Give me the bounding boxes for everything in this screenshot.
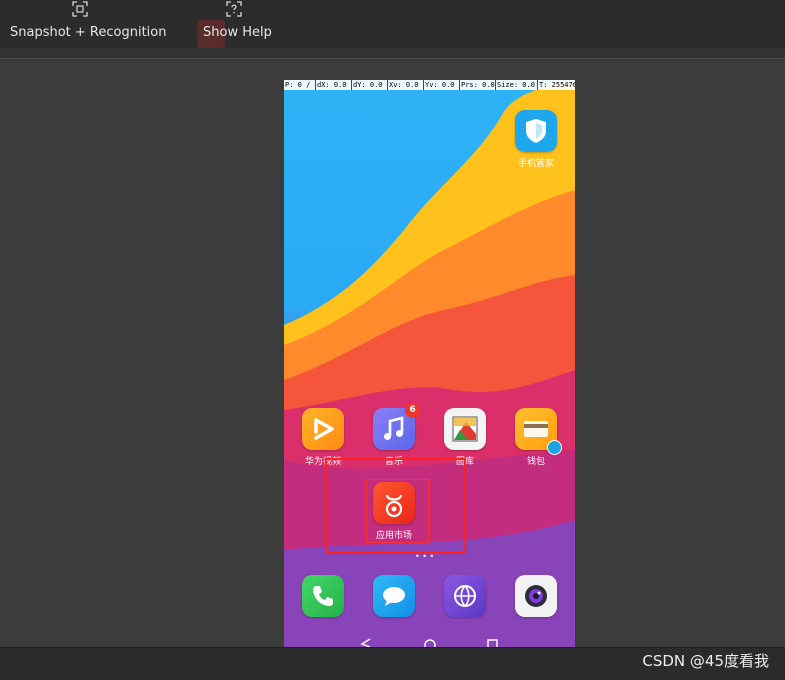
app-wallet[interactable]: 钱包: [506, 408, 566, 467]
dock-browser[interactable]: [435, 575, 495, 617]
gallery-icon: [444, 408, 486, 450]
play-icon: [302, 408, 344, 450]
dock-phone[interactable]: [293, 575, 353, 617]
debug-size: Size: 0.0: [496, 80, 538, 90]
app-label: 钱包: [526, 457, 545, 467]
show-help-label: Show Help: [203, 25, 272, 40]
notification-badge: 6: [405, 403, 420, 418]
app-phone-manager[interactable]: 手机管家: [506, 110, 566, 169]
dock-messages[interactable]: [364, 575, 424, 617]
toolbar: Snapshot + Recognition Show Help: [0, 0, 785, 49]
help-frame-icon: [226, 1, 242, 17]
back-icon[interactable]: [360, 638, 371, 647]
navigation-bar: [360, 638, 498, 647]
browser-icon: [444, 575, 486, 617]
message-icon: [373, 575, 415, 617]
home-icon[interactable]: [424, 639, 436, 647]
pointer-debug-bar: P: 0 / 1dX: 0.0 dY: 0.0 Xv: 0.0 Yv: 0.0 Prs:…: [284, 80, 575, 90]
wallet-icon: [515, 408, 562, 455]
snapshot-recognition-button[interactable]: Snapshot + Recognition: [10, 0, 166, 48]
verified-check-icon: [547, 440, 562, 455]
debug-pointer: P: 0 / 1: [285, 80, 316, 90]
recents-icon[interactable]: [487, 639, 498, 647]
recognition-region-inner: [366, 479, 429, 543]
screenshot-frame-icon: [72, 1, 88, 17]
toolbar-divider: [0, 48, 785, 59]
dock-camera[interactable]: [506, 575, 566, 617]
debug-xv: Xv: 0.0: [388, 80, 424, 90]
phone-icon: [302, 575, 344, 617]
debug-yv: Yv: 0.0: [424, 80, 460, 90]
camera-icon: [515, 575, 557, 617]
show-help-button[interactable]: Show Help: [200, 0, 272, 48]
music-note-icon: 6: [373, 403, 420, 450]
debug-dx: dX: 0.0: [316, 80, 352, 90]
phone-screen[interactable]: P: 0 / 1dX: 0.0 dY: 0.0 Xv: 0.0 Yv: 0.0 Prs:…: [284, 80, 575, 647]
debug-time: T: 255476: [538, 80, 575, 90]
watermark: CSDN @45度看我: [642, 652, 769, 670]
debug-prs: Prs: 0.0: [461, 80, 496, 90]
app-label: 手机管家: [517, 159, 554, 169]
snapshot-recognition-label: Snapshot + Recognition: [10, 25, 167, 40]
debug-dy: dY: 0.0: [352, 80, 388, 90]
shield-icon: [515, 110, 557, 152]
